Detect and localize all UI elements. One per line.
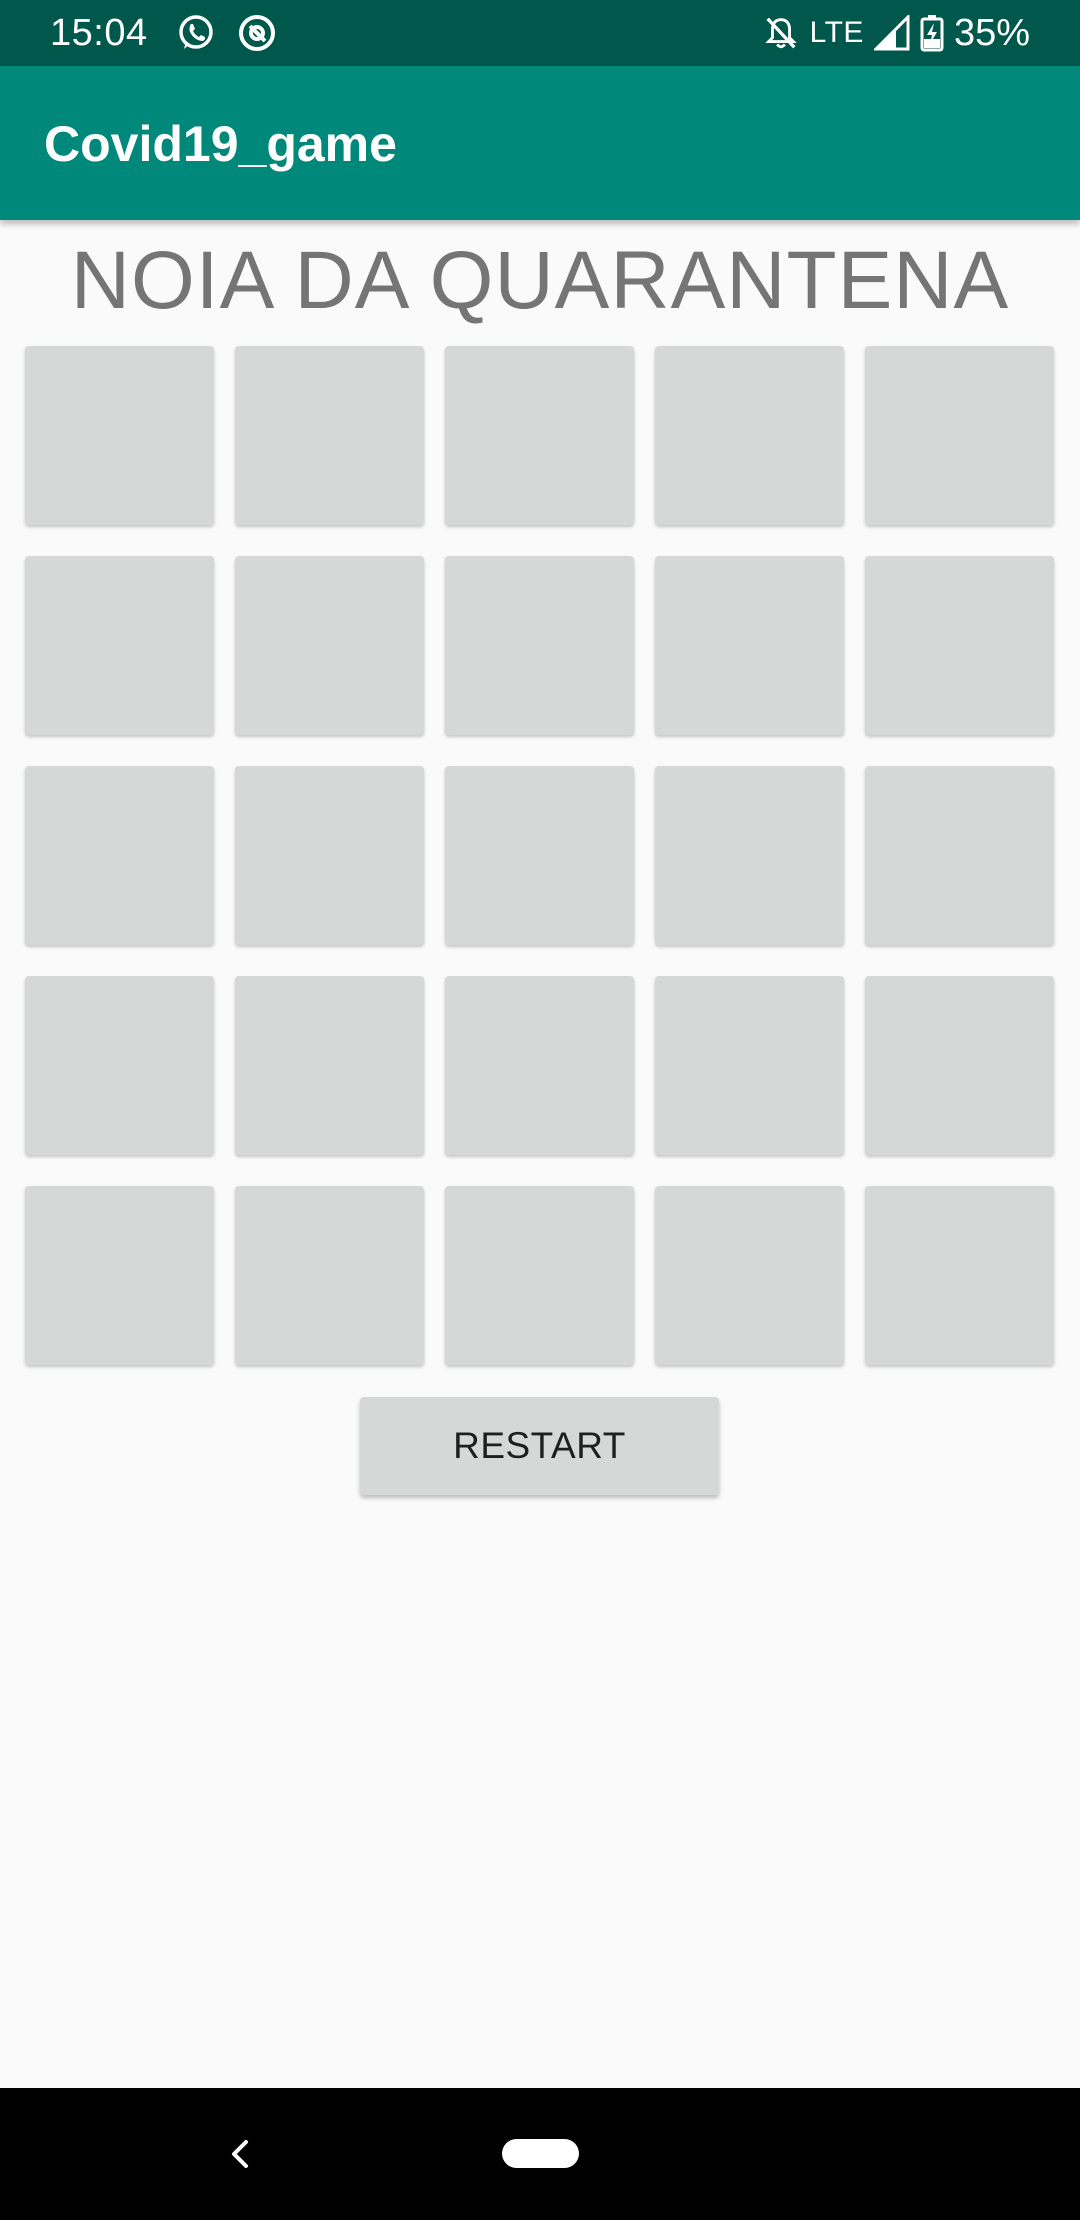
signal-app-icon xyxy=(239,15,275,51)
app-bar: Covid19_game xyxy=(0,66,1080,220)
game-tile-r4-c1[interactable] xyxy=(25,976,214,1155)
app-title: Covid19_game xyxy=(44,116,397,172)
game-tile-r3-c4[interactable] xyxy=(655,766,844,945)
game-tile-r2-c3[interactable] xyxy=(445,556,634,735)
notifications-off-icon xyxy=(764,17,797,49)
restart-button[interactable]: RESTART xyxy=(360,1397,719,1495)
game-tile-r5-c5[interactable] xyxy=(865,1186,1054,1365)
game-tile-r2-c1[interactable] xyxy=(25,556,214,735)
navigation-bar xyxy=(0,2088,1080,2220)
back-icon[interactable] xyxy=(220,2134,260,2174)
game-tile-r4-c2[interactable] xyxy=(235,976,424,1155)
status-bar: 15:04 LTE 35% xyxy=(0,0,1080,66)
tile-grid xyxy=(25,346,1055,1365)
game-tile-r2-c4[interactable] xyxy=(655,556,844,735)
game-tile-r4-c4[interactable] xyxy=(655,976,844,1155)
status-time: 15:04 xyxy=(50,12,148,54)
game-tile-r1-c3[interactable] xyxy=(445,346,634,525)
game-tile-r5-c2[interactable] xyxy=(235,1186,424,1365)
game-tile-r1-c5[interactable] xyxy=(865,346,1054,525)
game-tile-r2-c2[interactable] xyxy=(235,556,424,735)
game-tile-r5-c4[interactable] xyxy=(655,1186,844,1365)
battery-percent: 35% xyxy=(953,11,1030,54)
battery-charging-icon xyxy=(920,15,944,52)
whatsapp-icon xyxy=(179,15,213,49)
network-type: LTE xyxy=(809,16,864,49)
game-tile-r4-c5[interactable] xyxy=(865,976,1054,1155)
game-tile-r3-c1[interactable] xyxy=(25,766,214,945)
game-tile-r3-c3[interactable] xyxy=(445,766,634,945)
game-tile-r3-c2[interactable] xyxy=(235,766,424,945)
status-right-group: LTE 35% xyxy=(762,11,1030,55)
game-tile-r1-c1[interactable] xyxy=(25,346,214,525)
game-tile-r2-c5[interactable] xyxy=(865,556,1054,735)
game-tile-r1-c4[interactable] xyxy=(655,346,844,525)
game-tile-r3-c5[interactable] xyxy=(865,766,1054,945)
game-tile-r5-c1[interactable] xyxy=(25,1186,214,1365)
cell-signal-icon xyxy=(873,15,910,51)
game-tile-r4-c3[interactable] xyxy=(445,976,634,1155)
game-tile-r1-c2[interactable] xyxy=(235,346,424,525)
game-heading: NOIA DA QUARANTENA xyxy=(70,235,1010,326)
home-pill[interactable] xyxy=(502,2139,579,2168)
game-tile-r5-c3[interactable] xyxy=(445,1186,634,1365)
